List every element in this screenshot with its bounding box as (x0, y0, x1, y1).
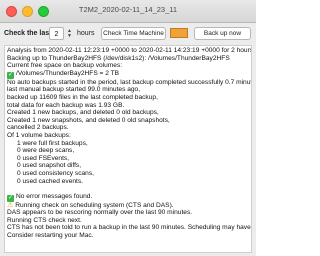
log-line-text: Created 1 new backups, and deleted 0 old… (7, 109, 159, 117)
app-window: T2M2_2020-02-11_14_23_11 Check the last … (0, 0, 256, 256)
log-line-text: total data for each backup was 1.93 GB. (7, 101, 125, 109)
log-line: No auto backups started in the period, l… (7, 78, 252, 87)
log-line: ✓/Volumes/ThunderBay2HFS = 2 TB (7, 70, 249, 79)
log-line-text: Of 1 volume backups: (7, 131, 71, 139)
log-line-text: Current free space on backup volumes: (7, 62, 123, 70)
log-line: CTS has not been told to run a backup in… (7, 224, 252, 232)
status-color-swatch (170, 28, 188, 38)
log-line: Backing up to ThunderBay2HFS (/dev/disk1… (7, 55, 249, 63)
log-line-text: 0 used cached events. (17, 177, 83, 185)
log-line-text: /Volumes/ThunderBay2HFS = 2 TB (16, 69, 120, 77)
log-line: 0 were deep scans, (7, 147, 249, 155)
log-line: ⚠ Running check on scheduling system (CTS… (7, 202, 249, 210)
check-icon: ✓ (7, 194, 14, 202)
log-line: Running CTS check next. (7, 217, 249, 225)
log-line-text: Consider restarting your Mac. (7, 232, 94, 240)
log-line: 1 were full first backups, (7, 140, 249, 148)
log-line: last manual backup started 99.0 minutes … (7, 86, 249, 94)
log-line-text: Running CTS check next. (7, 216, 82, 224)
stepper-down-icon[interactable]: ▼ (66, 33, 73, 39)
log-line-text: Created 1 new snapshots, and deleted 0 o… (7, 116, 170, 124)
log-line-text: 0 used snapshot diffs, (17, 162, 82, 170)
log-line-text: No error messages found. (16, 192, 93, 200)
log-line-text: 0 used FSEvents, (17, 154, 70, 162)
log-text-view[interactable]: Analysis from 2020-02-11 12:23:19 +0000 … (4, 45, 252, 253)
log-line-text: 1 were full first backups, (17, 139, 88, 147)
log-line: Of 1 volume backups: (7, 132, 249, 140)
log-line: Created 1 new backups, and deleted 0 old… (7, 109, 249, 117)
title-bar: T2M2_2020-02-11_14_23_11 (0, 0, 256, 23)
log-line: 0 used consistency scans, (7, 170, 249, 178)
hours-field[interactable]: 2 (49, 27, 64, 40)
log-line: DAS appears to be rescoring normally ove… (7, 209, 249, 217)
log-line: Analysis from 2020-02-11 12:23:19 +0000 … (7, 47, 252, 55)
log-line: Created 1 new snapshots, and deleted 0 o… (7, 117, 249, 125)
log-line-text: backed up 11609 files in the last comple… (7, 93, 158, 101)
log-line-text: Backing up to ThunderBay2HFS (/dev/disk1… (7, 54, 230, 62)
log-line: total data for each backup was 1.93 GB. (7, 102, 249, 110)
hours-label: hours (77, 30, 95, 37)
window-title: T2M2_2020-02-11_14_23_11 (78, 5, 178, 14)
log-line-text (7, 185, 9, 192)
back-up-now-button[interactable]: Back up now (194, 27, 251, 40)
log-line: ✓ No error messages found. (7, 193, 249, 202)
log-line: 0 used cached events. (7, 178, 249, 186)
log-line-text: last manual backup started 99.0 minutes … (7, 86, 141, 94)
log-line: backed up 11609 files in the last comple… (7, 94, 249, 102)
log-line-text: 0 used consistency scans, (17, 169, 94, 177)
warning-icon: ⚠ (7, 201, 14, 209)
log-line-text: DAS appears to be rescoring normally ove… (7, 209, 193, 217)
log-line-text: Running check on scheduling system (CTS … (15, 201, 174, 209)
toolbar: Check the last 2 ▲ ▼ hours Check Time Ma… (0, 23, 256, 45)
log-line (7, 185, 249, 193)
check-last-label: Check the last (4, 30, 52, 37)
log-line: cancelled 2 backups. (7, 124, 249, 132)
hours-stepper[interactable]: ▲ ▼ (66, 27, 73, 40)
log-line-text: CTS has not been told to run a backup in… (7, 224, 252, 232)
log-line: Current free space on backup volumes: (7, 62, 249, 70)
log-line: 0 used snapshot diffs, (7, 162, 249, 170)
log-line: 0 used FSEvents, (7, 155, 249, 163)
check-time-machine-button[interactable]: Check Time Machine (101, 27, 166, 40)
log-line-text: 0 were deep scans, (17, 147, 75, 155)
check-icon: ✓ (7, 71, 14, 79)
log-line-text: cancelled 2 backups. (7, 124, 69, 132)
log-line-text: Analysis from 2020-02-11 12:23:19 +0000 … (7, 47, 252, 54)
log-line-text: No auto backups started in the period, l… (7, 78, 252, 86)
log-line: Consider restarting your Mac. (7, 232, 249, 240)
